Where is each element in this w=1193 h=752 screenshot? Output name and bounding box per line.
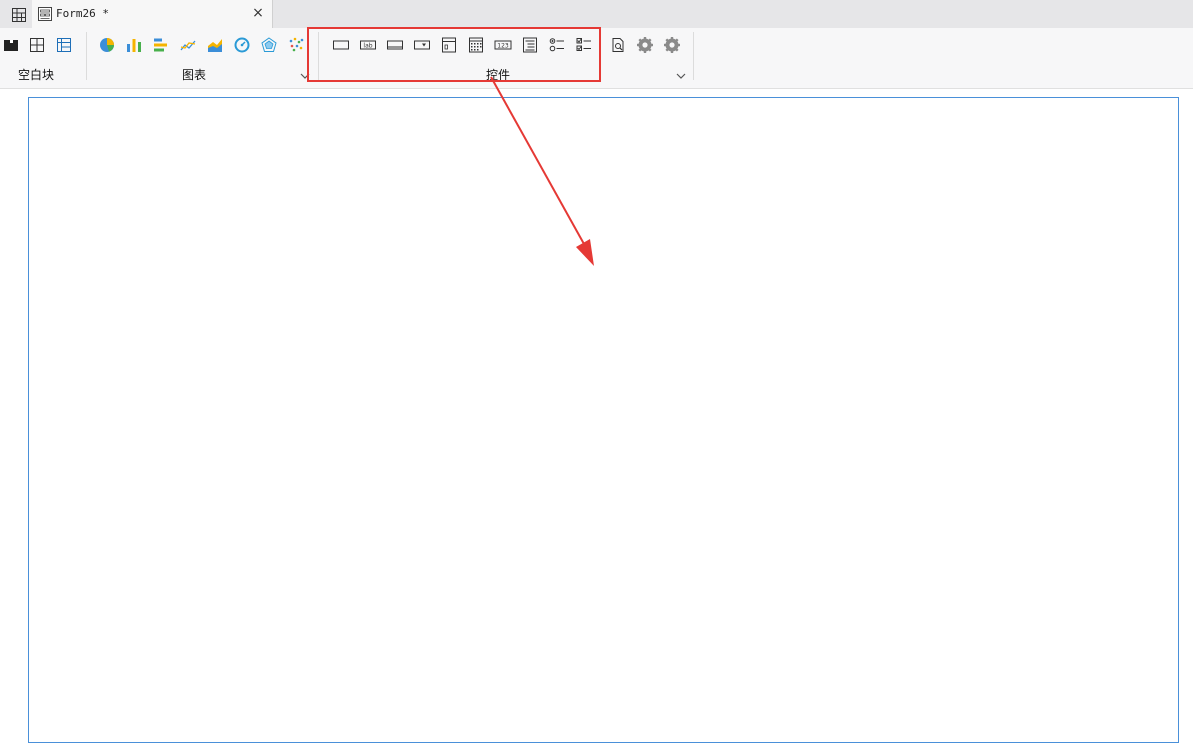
close-icon[interactable]: ×: [250, 5, 266, 21]
annotation-highlight-box: [307, 27, 601, 82]
line-chart-icon[interactable]: [179, 36, 197, 54]
group-separator: [86, 32, 87, 80]
tab-bar: Form26 * ×: [0, 0, 1193, 28]
split-layout-icon[interactable]: [28, 36, 46, 54]
radar-chart-icon[interactable]: [260, 36, 278, 54]
chevron-down-icon[interactable]: [676, 69, 686, 79]
scatter-chart-icon[interactable]: [287, 36, 305, 54]
gauge-chart-icon[interactable]: [233, 36, 251, 54]
settings-gear-icon[interactable]: [663, 36, 681, 54]
group-label-chart: 图表: [182, 68, 207, 82]
horizontal-bar-chart-icon[interactable]: [152, 36, 170, 54]
table-layout-icon[interactable]: [55, 36, 73, 54]
preview-icon[interactable]: [609, 36, 627, 54]
form-doc-icon: [37, 6, 53, 22]
form-design-canvas[interactable]: [28, 97, 1179, 743]
group-label-blank-block: 空白块: [18, 68, 55, 82]
grid-icon[interactable]: [8, 4, 30, 26]
pie-chart-icon[interactable]: [98, 36, 116, 54]
document-tab[interactable]: Form26 * ×: [32, 0, 273, 28]
document-tab-title: Form26 *: [56, 7, 109, 20]
area-chart-icon[interactable]: [206, 36, 224, 54]
bar-chart-icon[interactable]: [125, 36, 143, 54]
absolute-block-icon[interactable]: [2, 36, 20, 54]
settings-gear-icon[interactable]: [636, 36, 654, 54]
group-separator: [693, 32, 694, 80]
